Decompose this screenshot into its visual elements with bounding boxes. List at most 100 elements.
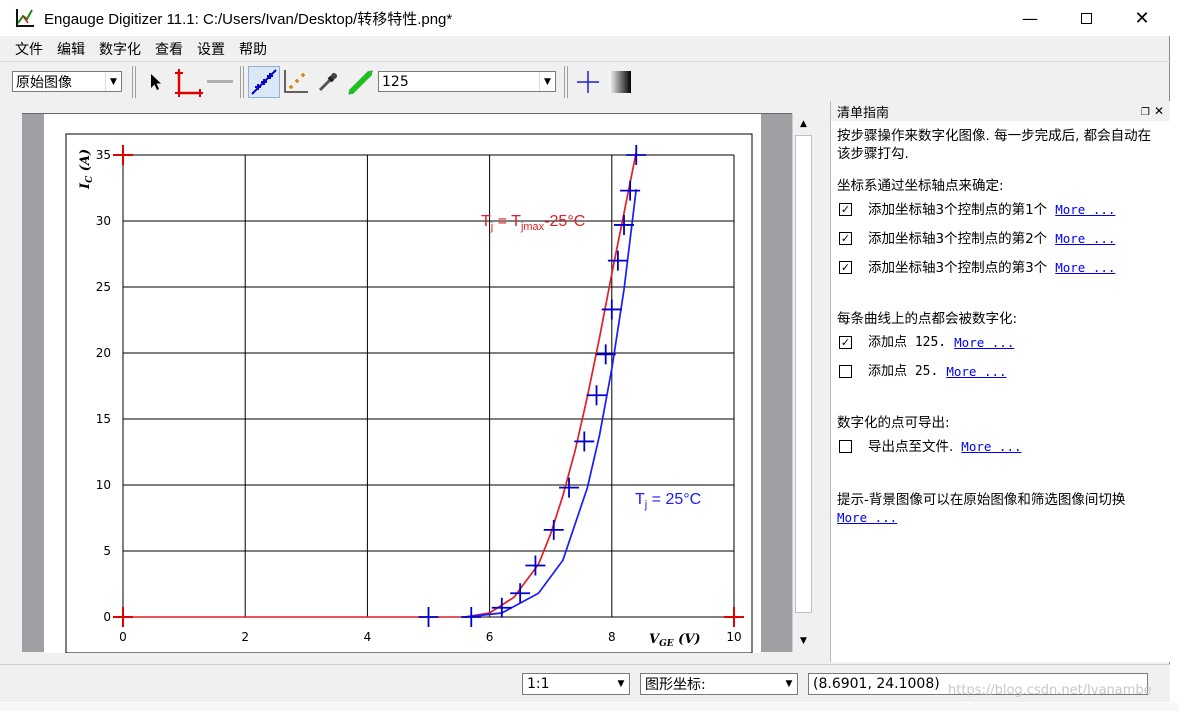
app-logo-icon (16, 9, 34, 27)
checklist-toggle-button[interactable] (572, 66, 604, 98)
checkbox-checked-icon: ✓ (839, 203, 852, 216)
chevron-down-icon: ▼ (105, 72, 121, 91)
y-tick-label: 15 (96, 412, 111, 426)
y-tick-label: 10 (96, 478, 111, 492)
curve-select[interactable]: 125 ▼ (378, 71, 556, 92)
x-tick-label: 4 (364, 630, 372, 644)
x-tick-label: 2 (241, 630, 249, 644)
x-axis-label: VGE (V) (649, 632, 701, 649)
more-link[interactable]: More ... (946, 363, 1006, 381)
export-section-header: 数字化的点可导出: (837, 415, 950, 431)
y-tick-label: 30 (96, 214, 111, 228)
maximize-button[interactable] (1058, 0, 1114, 36)
geometry-window-toggle-button[interactable] (604, 66, 636, 98)
checkbox-checked-icon: ✓ (839, 336, 852, 349)
checkbox-checked-icon: ✓ (839, 232, 852, 245)
scroll-up-button[interactable]: ▲ (793, 113, 814, 135)
vertical-scrollbar[interactable]: ▲ ▼ (792, 113, 814, 652)
maximize-icon (1080, 12, 1092, 24)
float-panel-icon[interactable]: ❐ (1141, 107, 1150, 118)
title-bar[interactable]: Engauge Digitizer 11.1: C:/Users/Ivan/De… (0, 0, 1170, 36)
checklist-item: ✓ 添加点 125. More ... (839, 334, 1015, 352)
axis-section-header: 坐标系通过坐标轴点来确定: (837, 178, 1004, 194)
chevron-down-icon: ▼ (617, 679, 625, 689)
checkbox-checked-icon: ✓ (839, 261, 852, 274)
chevron-down-icon: ▼ (800, 636, 807, 646)
coordinate-mode-value: 图形坐标: (645, 677, 706, 693)
background-select[interactable]: 原始图像 ▼ (12, 71, 122, 92)
checklist-panel: 清单指南 ❐ ✕ 按步骤操作来数字化图像. 每一步完成后, 都会自动在该步骤打勾… (830, 101, 1170, 662)
background-window-edge (0, 703, 1179, 711)
color-picker-tool-button[interactable] (312, 66, 344, 98)
curve-section-header: 每条曲线上的点都会被数字化: (837, 311, 1018, 327)
menu-bar: 文件 编辑 数字化 查看 设置 帮助 (0, 37, 1170, 61)
checklist-item: 导出点至文件. More ... (837, 432, 1164, 461)
toolbar: 原始图像 ▼ 125 ▼ (0, 61, 1170, 101)
checklist-item: ✓ 添加坐标轴3个控制点的第2个 More ... (839, 230, 1116, 248)
coordinate-mode-select[interactable]: 图形坐标: ▼ (640, 673, 798, 695)
image-canvas[interactable]: 0 2 4 6 8 10 0 5 10 15 20 25 30 35 IC (A) VGE (V) Tj … (22, 113, 814, 653)
menu-help[interactable]: 帮助 (232, 39, 274, 59)
point-match-icon (284, 69, 308, 93)
y-tick-label: 35 (96, 148, 111, 162)
more-link[interactable]: More ... (1055, 259, 1115, 277)
y-tick-label: 0 (103, 610, 111, 624)
axis-point-tool-button[interactable] (172, 66, 204, 98)
pointer-arrow-icon (151, 73, 161, 90)
background-select-value: 原始图像 (16, 74, 72, 91)
coordinates-value: (8.6901, 24.1008) (813, 676, 940, 692)
segment-fill-tool-button[interactable] (344, 66, 376, 98)
scroll-down-button[interactable]: ▼ (793, 630, 814, 652)
window-title: Engauge Digitizer 11.1: C:/Users/Ivan/De… (44, 10, 453, 28)
curve-select-value: 125 (382, 73, 409, 90)
curve-points-icon (251, 68, 277, 95)
menu-digitize[interactable]: 数字化 (92, 39, 148, 59)
digitized-plot[interactable]: 0 2 4 6 8 1005101520253035 IC (A) VGE (V) Tj … (22, 114, 792, 653)
more-link[interactable]: More ... (837, 510, 897, 525)
zoom-value: 1:1 (527, 676, 550, 692)
y-tick-label: 5 (103, 544, 111, 558)
toolbar-grip[interactable] (240, 65, 244, 98)
y-tick-label: 20 (96, 346, 111, 360)
close-panel-icon[interactable]: ✕ (1154, 104, 1164, 118)
checkbox-unchecked-icon (839, 440, 852, 453)
close-icon: ✕ (1134, 7, 1150, 29)
x-tick-label: 0 (119, 630, 127, 644)
checklist-intro: 按步骤操作来数字化图像. 每一步完成后, 都会自动在该步骤打勾. (837, 128, 1152, 162)
chevron-down-icon: ▼ (539, 72, 555, 91)
crosshair-icon (577, 70, 599, 93)
menu-view[interactable]: 查看 (148, 39, 190, 59)
segment-fill-icon (348, 69, 373, 95)
x-tick-label: 8 (608, 630, 616, 644)
scale-bar-icon (207, 79, 233, 83)
app-window: Engauge Digitizer 11.1: C:/Users/Ivan/De… (0, 0, 1170, 702)
menu-settings[interactable]: 设置 (190, 39, 232, 59)
menu-file[interactable]: 文件 (8, 39, 50, 59)
menu-edit[interactable]: 编辑 (50, 39, 92, 59)
x-tick-label: 10 (726, 630, 741, 644)
more-link[interactable]: More ... (1055, 201, 1115, 219)
checklist-header[interactable]: 清单指南 ❐ ✕ (831, 101, 1170, 121)
toolbar-grip[interactable] (564, 65, 568, 98)
chevron-down-icon: ▼ (785, 679, 793, 689)
minimize-button[interactable]: — (1002, 0, 1058, 36)
more-link[interactable]: More ... (961, 438, 1021, 456)
checkbox-unchecked-icon (839, 365, 852, 378)
close-button[interactable]: ✕ (1114, 0, 1170, 36)
scroll-track[interactable] (795, 135, 812, 613)
select-tool-button[interactable] (140, 66, 172, 98)
checklist-item: 添加点 25. More ... (837, 357, 1164, 386)
checklist-title: 清单指南 (837, 105, 890, 121)
zoom-select[interactable]: 1:1 ▼ (522, 673, 630, 695)
checklist-item: ✓ 添加坐标轴3个控制点的第1个 More ... (839, 201, 1116, 219)
toolbar-grip[interactable] (132, 65, 136, 98)
curve-point-tool-button[interactable] (248, 65, 280, 98)
x-tick-label: 6 (486, 630, 494, 644)
more-link[interactable]: More ... (1055, 230, 1115, 248)
axis-points-icon (175, 68, 203, 97)
point-match-tool-button[interactable] (280, 66, 312, 98)
scale-bar-tool-button[interactable] (204, 66, 236, 98)
more-link[interactable]: More ... (954, 334, 1014, 352)
checklist-item: ✓ 添加坐标轴3个控制点的第3个 More ... (839, 259, 1116, 277)
gradient-square-icon (609, 70, 631, 93)
